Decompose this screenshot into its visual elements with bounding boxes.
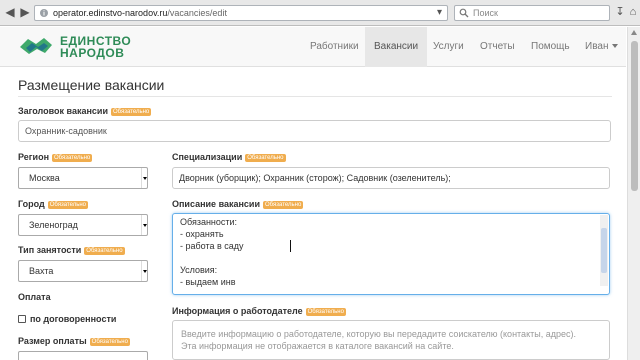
vacancy-title-input[interactable]: Охранник-садовник [18, 120, 611, 142]
nav-workers[interactable]: Работники [301, 27, 368, 67]
caret-down-icon [612, 44, 619, 49]
back-icon[interactable]: ◀ [3, 5, 17, 19]
scroll-thumb[interactable] [631, 41, 638, 191]
search-placeholder: Поиск [473, 8, 498, 18]
home-icon[interactable]: ⌂ [626, 4, 640, 20]
download-icon[interactable]: ↧ [613, 4, 627, 20]
address-bar[interactable]: operator.edinstvo-narodov.ru/vacancies/e… [34, 5, 448, 21]
employer-info-textarea[interactable]: Введите информацию о работодателе, котор… [172, 320, 610, 360]
negotiable-label[interactable]: по договоренности [30, 314, 116, 324]
vacancy-title-label: Заголовок вакансии Обязательно [18, 106, 152, 116]
required-badge: Обязательно [52, 154, 93, 162]
pay-label: Оплата [18, 292, 51, 302]
search-icon [459, 8, 469, 18]
text-cursor-icon [290, 240, 292, 252]
forward-icon[interactable]: ▶ [18, 5, 32, 19]
specializations-label: Специализации Обязательно [172, 152, 286, 162]
city-label: Город Обязательно [18, 199, 89, 209]
employer-info-placeholder: Введите информацию о работодателе, котор… [181, 329, 576, 339]
city-select[interactable]: Зеленоград [18, 214, 148, 236]
specializations-input[interactable]: Дворник (уборщик); Охранник (сторож); Са… [172, 167, 610, 189]
required-badge: Обязательно [111, 108, 152, 116]
nav-services[interactable]: Услуги [424, 27, 473, 67]
region-label: Регион Обязательно [18, 152, 93, 162]
required-badge: Обязательно [305, 308, 346, 316]
required-badge: Обязательно [263, 201, 304, 209]
site-navbar: ЕДИНСТВО НАРОДОВ Работники Вакансии Услу… [0, 27, 626, 67]
textarea-scrollbar[interactable] [600, 215, 608, 286]
required-badge: Обязательно [89, 338, 130, 346]
dropdown-icon[interactable]: ▾ [437, 7, 442, 18]
textarea-scroll-thumb[interactable] [601, 228, 607, 273]
region-value: Москва [29, 173, 60, 183]
nav-reports[interactable]: Отчеты [471, 27, 524, 67]
employment-type-value: Вахта [29, 266, 54, 276]
pay-size-select[interactable] [18, 351, 148, 360]
browser-toolbar: ◀ ▶ operator.edinstvo-narodov.ru/vacanci… [0, 0, 640, 26]
required-badge: Обязательно [84, 247, 125, 255]
nav-vacancies[interactable]: Вакансии [365, 27, 428, 67]
nav-help[interactable]: Помощь [522, 27, 579, 67]
employer-info-label: Информация о работодателе Обязательно [172, 306, 346, 316]
employment-type-label: Тип занятости Обязательно [18, 245, 125, 255]
scroll-up-icon[interactable] [631, 30, 637, 35]
browser-search-input[interactable]: Поиск [454, 5, 610, 21]
url-text: operator.edinstvo-narodov.ru/vacancies/e… [53, 8, 227, 18]
description-label: Описание вакансии Обязательно [172, 199, 304, 209]
employer-info-placeholder: Эта информация не отображается в каталог… [181, 341, 454, 351]
description-text: Обязанности: - охранять - работа в саду … [180, 217, 244, 287]
negotiable-checkbox[interactable] [18, 315, 26, 323]
select-arrow-icon [141, 215, 147, 235]
title-divider [18, 96, 612, 97]
user-menu[interactable]: Иван [576, 27, 627, 67]
city-value: Зеленоград [29, 220, 78, 230]
select-arrow-icon [141, 261, 147, 281]
pay-size-label: Размер оплаты Обязательно [18, 336, 130, 346]
page-info-icon[interactable] [39, 8, 49, 18]
select-arrow-icon [141, 168, 147, 188]
description-textarea[interactable]: Обязанности: - охранять - работа в саду … [172, 213, 610, 295]
handshake-logo-icon[interactable] [18, 33, 54, 59]
employment-type-select[interactable]: Вахта [18, 260, 148, 282]
page-title: Размещение вакансии [18, 77, 165, 93]
page-scrollbar[interactable] [627, 27, 640, 360]
logo-text[interactable]: ЕДИНСТВО НАРОДОВ [60, 35, 131, 59]
user-name: Иван [585, 41, 609, 52]
region-select[interactable]: Москва [18, 167, 148, 189]
required-badge: Обязательно [245, 154, 286, 162]
required-badge: Обязательно [47, 201, 89, 209]
